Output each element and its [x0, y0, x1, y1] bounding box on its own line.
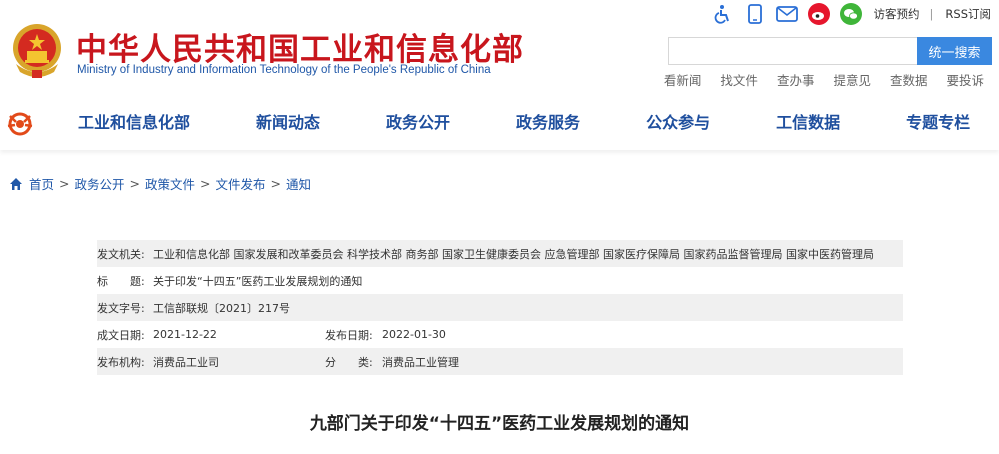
breadcrumb-separator: > — [129, 176, 140, 191]
nav-item-special-topics[interactable]: 专题专栏 — [906, 96, 970, 150]
nav-item-government-affairs[interactable]: 政务公开 — [386, 96, 450, 150]
quick-links: 看新闻 找文件 查办事 提意见 查数据 要投诉 — [645, 70, 984, 89]
title-label: 标 题: — [97, 274, 145, 288]
breadcrumb-separator: > — [59, 176, 70, 191]
title-value: 关于印发“十四五”医药工业发展规划的通知 — [153, 274, 363, 288]
quick-link-services[interactable]: 查办事 — [777, 70, 815, 89]
site-subtitle: Ministry of Industry and Information Tec… — [77, 64, 491, 76]
agency-label: 发布机构: — [97, 355, 145, 369]
nav-item-news[interactable]: 新闻动态 — [256, 96, 320, 150]
agency-value: 消费品工业司 — [153, 355, 219, 369]
quick-link-files[interactable]: 找文件 — [720, 70, 758, 89]
accessibility-icon[interactable] — [712, 3, 734, 25]
info-row-title: 标 题: 关于印发“十四五”医药工业发展规划的通知 — [97, 267, 903, 294]
breadcrumb-policy-files[interactable]: 政策文件 — [145, 174, 195, 193]
info-row-number: 发文字号: 工信部联规〔2021〕217号 — [97, 294, 903, 321]
weibo-icon[interactable] — [807, 3, 830, 25]
info-row-dates: 成文日期: 2021-12-22 发布日期: 2022-01-30 — [97, 321, 903, 348]
document-heading: 九部门关于印发“十四五”医药工业发展规划的通知 — [309, 414, 690, 434]
quick-link-data[interactable]: 查数据 — [890, 70, 928, 89]
nav-items: 工业和信息化部 新闻动态 政务公开 政务服务 公众参与 工信数据 专题专栏 — [44, 96, 999, 150]
created-date-value: 2021-12-22 — [153, 328, 217, 341]
home-icon[interactable] — [9, 177, 23, 191]
quick-link-news[interactable]: 看新闻 — [664, 70, 702, 89]
published-date-label: 发布日期: — [325, 328, 373, 342]
document-info-table: 发文机关: 工业和信息化部 国家发展和改革委员会 科学技术部 商务部 国家卫生健… — [97, 240, 903, 375]
rss-link[interactable]: RSS订阅 — [945, 6, 991, 22]
category-label: 分 类: — [325, 355, 373, 369]
nav-item-public-participation[interactable]: 公众参与 — [646, 96, 710, 150]
breadcrumb-government-affairs[interactable]: 政务公开 — [75, 174, 125, 193]
info-row-issuer: 发文机关: 工业和信息化部 国家发展和改革委员会 科学技术部 商务部 国家卫生健… — [97, 240, 903, 267]
issuer-label: 发文机关: — [97, 247, 145, 261]
doc-number-label: 发文字号: — [97, 301, 145, 315]
top-toolbar: 访客预约 | RSS订阅 — [702, 3, 991, 25]
quick-link-complaint[interactable]: 要投诉 — [946, 70, 984, 89]
nav-item-ministry[interactable]: 工业和信息化部 — [78, 96, 190, 150]
breadcrumb-separator: > — [200, 176, 211, 191]
published-date-value: 2022-01-30 — [382, 328, 446, 341]
wechat-icon[interactable] — [839, 3, 862, 25]
breadcrumb-file-release[interactable]: 文件发布 — [216, 174, 266, 193]
site-title: 中华人民共和国工业和信息化部 — [76, 32, 524, 68]
ministry-logo-icon[interactable] — [6, 110, 34, 136]
quick-link-feedback[interactable]: 提意见 — [833, 70, 871, 89]
mail-icon[interactable] — [775, 3, 798, 25]
created-date-label: 成文日期: — [97, 328, 145, 342]
category-value: 消费品工业管理 — [382, 355, 459, 369]
search-bar: 统一搜索 — [668, 37, 992, 65]
doc-number-value: 工信部联规〔2021〕217号 — [153, 301, 290, 315]
main-nav: 工业和信息化部 新闻动态 政务公开 政务服务 公众参与 工信数据 专题专栏 — [0, 96, 999, 150]
national-emblem-icon[interactable] — [8, 20, 66, 80]
breadcrumb-notice[interactable]: 通知 — [286, 174, 311, 193]
site-header: 中华人民共和国工业和信息化部 Ministry of Industry and … — [0, 0, 999, 96]
issuer-value: 工业和信息化部 国家发展和改革委员会 科学技术部 商务部 国家卫生健康委员会 应… — [153, 247, 874, 261]
nav-item-government-services[interactable]: 政务服务 — [516, 96, 580, 150]
search-button[interactable]: 统一搜索 — [917, 37, 992, 65]
info-row-agency: 发布机构: 消费品工业司 分 类: 消费品工业管理 — [97, 348, 903, 375]
breadcrumb-home[interactable]: 首页 — [29, 174, 54, 193]
mobile-icon[interactable] — [744, 3, 766, 25]
breadcrumb-separator: > — [270, 176, 281, 191]
nav-item-data[interactable]: 工信数据 — [776, 96, 840, 150]
search-input[interactable] — [668, 37, 917, 65]
toolbar-separator: | — [929, 7, 934, 21]
visitor-appointment-link[interactable]: 访客预约 — [874, 6, 920, 22]
breadcrumb: 首页 > 政务公开 > 政策文件 > 文件发布 > 通知 — [9, 174, 311, 193]
